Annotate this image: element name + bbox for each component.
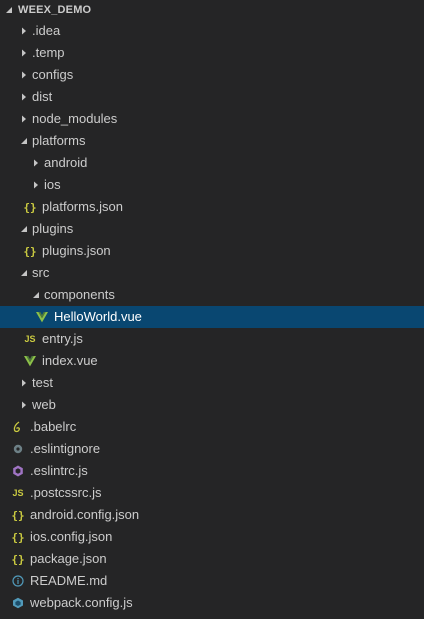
explorer-title: WEEX_DEMO: [18, 4, 92, 16]
folder-dist[interactable]: dist: [0, 86, 424, 108]
file-entry-js[interactable]: JS entry.js: [0, 328, 424, 350]
tree-item-label: plugins.json: [42, 243, 111, 258]
folder-components[interactable]: components: [0, 284, 424, 306]
tree-item-label: HelloWorld.vue: [54, 309, 142, 324]
file-webpack-config-js[interactable]: webpack.config.js: [0, 592, 424, 614]
tree-item-label: src: [32, 265, 50, 280]
folder-temp[interactable]: .temp: [0, 42, 424, 64]
tree-item-label: .eslintrc.js: [30, 463, 88, 478]
babel-icon: [10, 416, 26, 438]
file-plugins-json[interactable]: {} plugins.json: [0, 240, 424, 262]
explorer-panel: WEEX_DEMO .idea .temp configs dist node_modu…: [0, 0, 424, 619]
file-babelrc[interactable]: .babelrc: [0, 416, 424, 438]
folder-ios[interactable]: ios: [0, 174, 424, 196]
chevron-right-icon: [18, 42, 30, 64]
tree-item-label: test: [32, 375, 53, 390]
folder-idea[interactable]: .idea: [0, 20, 424, 42]
tree-item-label: webpack.config.js: [30, 595, 133, 610]
eslint-icon: [10, 460, 26, 482]
tree-item-label: .temp: [32, 45, 65, 60]
file-index-vue[interactable]: index.vue: [0, 350, 424, 372]
gear-icon: [10, 438, 26, 460]
chevron-down-icon: [18, 218, 30, 240]
folder-node-modules[interactable]: node_modules: [0, 108, 424, 130]
folder-configs[interactable]: configs: [0, 64, 424, 86]
tree-item-label: ios.config.json: [30, 529, 113, 544]
chevron-right-icon: [18, 86, 30, 108]
file-eslintignore[interactable]: .eslintignore: [0, 438, 424, 460]
chevron-down-icon: [18, 262, 30, 284]
file-tree: .idea .temp configs dist node_modulesplatfor…: [0, 20, 424, 614]
json-braces-icon: {}: [23, 244, 37, 258]
json-braces-icon: {}: [11, 552, 25, 566]
file-package-json[interactable]: {} package.json: [0, 548, 424, 570]
file-platforms-json[interactable]: {} platforms.json: [0, 196, 424, 218]
folder-plugins[interactable]: plugins: [0, 218, 424, 240]
folder-web[interactable]: web: [0, 394, 424, 416]
tree-item-label: .postcssrc.js: [30, 485, 102, 500]
tree-item-label: README.md: [30, 573, 108, 588]
folder-android[interactable]: android: [0, 152, 424, 174]
chevron-right-icon: [18, 20, 30, 42]
tree-item-label: web: [32, 397, 56, 412]
json-braces-icon: {}: [11, 508, 25, 522]
file-android-config-json[interactable]: {} android.config.json: [0, 504, 424, 526]
folder-test[interactable]: test: [0, 372, 424, 394]
tree-item-label: platforms: [32, 133, 86, 148]
chevron-right-icon: [30, 174, 42, 196]
tree-item-label: node_modules: [32, 111, 118, 126]
info-icon: [10, 570, 26, 592]
tree-item-label: .babelrc: [30, 419, 77, 434]
folder-platforms[interactable]: platforms: [0, 130, 424, 152]
tree-item-label: android: [44, 155, 88, 170]
tree-item-label: plugins: [32, 221, 74, 236]
js-icon: JS: [24, 334, 36, 344]
tree-item-label: components: [44, 287, 115, 302]
explorer-section-header[interactable]: WEEX_DEMO: [0, 0, 424, 20]
file-eslintrc-js[interactable]: .eslintrc.js: [0, 460, 424, 482]
chevron-down-icon: [18, 130, 30, 152]
tree-item-label: entry.js: [42, 331, 83, 346]
tree-item-label: .idea: [32, 23, 61, 38]
tree-item-label: configs: [32, 67, 74, 82]
file-postcssrc-js[interactable]: JS .postcssrc.js: [0, 482, 424, 504]
chevron-right-icon: [18, 64, 30, 86]
chevron-right-icon: [30, 152, 42, 174]
vue-logo-icon: [22, 350, 38, 372]
tree-item-label: index.vue: [42, 353, 98, 368]
file-readme-md[interactable]: README.md: [0, 570, 424, 592]
json-braces-icon: {}: [11, 530, 25, 544]
chevron-right-icon: [18, 394, 30, 416]
chevron-right-icon: [18, 372, 30, 394]
folder-src[interactable]: src: [0, 262, 424, 284]
chevron-down-icon: [4, 5, 14, 15]
js-icon: JS: [12, 488, 24, 498]
tree-item-label: dist: [32, 89, 53, 104]
vue-logo-icon: [34, 306, 50, 328]
webpack-cube-icon: [10, 592, 26, 614]
tree-item-label: package.json: [30, 551, 107, 566]
tree-item-label: ios: [44, 177, 61, 192]
tree-item-label: android.config.json: [30, 507, 140, 522]
file-ios-config-json[interactable]: {} ios.config.json: [0, 526, 424, 548]
tree-item-label: .eslintignore: [30, 441, 101, 456]
json-braces-icon: {}: [23, 200, 37, 214]
tree-item-label: platforms.json: [42, 199, 123, 214]
chevron-right-icon: [18, 108, 30, 130]
chevron-down-icon: [30, 284, 42, 306]
file-helloworld-vue[interactable]: HelloWorld.vue: [0, 306, 424, 328]
